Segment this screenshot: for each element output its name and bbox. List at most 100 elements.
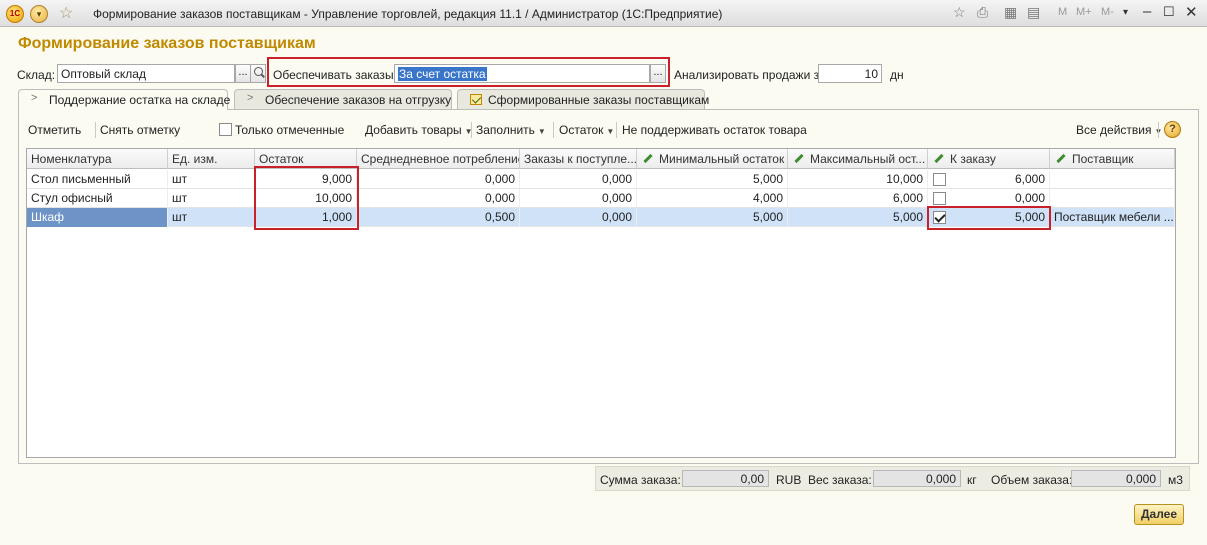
page-title: Формирование заказов поставщикам <box>18 35 316 52</box>
column-header-supplier[interactable]: Поставщик <box>1050 149 1175 169</box>
warehouse-select-button[interactable]: ... <box>235 64 251 83</box>
tab-stock-maintenance[interactable]: > Поддержание остатка на складе <box>18 89 231 110</box>
cell-order-qty[interactable]: 6,000 <box>951 170 1050 189</box>
cell-max[interactable]: 6,000 <box>788 189 928 208</box>
row-order-checkbox[interactable] <box>933 173 946 186</box>
toolbar-divider <box>616 122 617 138</box>
calendar-icon[interactable]: ▤ <box>1027 4 1040 21</box>
calculator-icon[interactable]: ▦ <box>1004 4 1017 21</box>
cell-orders: 0,000 <box>520 170 637 189</box>
table-row[interactable]: Стол письменный шт 9,000 0,000 0,000 5,0… <box>27 170 1175 189</box>
analyze-unit: дн <box>890 68 904 82</box>
column-header-max-stock[interactable]: Максимальный ост... <box>788 149 928 169</box>
memory-m-button[interactable]: M <box>1058 6 1067 18</box>
toolbar-divider <box>553 122 554 138</box>
totals-bar: Сумма заказа: 0,00 RUB Вес заказа: 0,000… <box>595 466 1190 491</box>
cell-orders: 0,000 <box>520 208 637 227</box>
order-qty-highlight-frame <box>927 206 1051 230</box>
edit-pencil-icon <box>643 153 653 163</box>
favorites-star-icon[interactable]: ☆ <box>59 3 73 23</box>
fill-button[interactable]: Заполнить ▼ <box>476 123 546 137</box>
volume-field: 0,000 <box>1071 470 1161 487</box>
form-body: Формирование заказов поставщикам Склад: … <box>9 29 1199 539</box>
cell-unit: шт <box>168 189 255 208</box>
chevron-right-icon: > <box>31 92 38 104</box>
cell-max[interactable]: 10,000 <box>788 170 928 189</box>
history-icon[interactable]: ⎙ <box>977 4 988 21</box>
tab-formed-orders[interactable]: Сформированные заказы поставщикам <box>457 89 709 109</box>
minimize-icon[interactable]: – <box>1143 3 1151 20</box>
analyze-days-field[interactable]: 10 <box>818 64 882 83</box>
no-maintain-button[interactable]: Не поддерживать остаток товара <box>622 123 807 137</box>
fill-label: Заполнить <box>476 123 535 137</box>
window-title: Формирование заказов поставщикам - Управ… <box>93 7 723 21</box>
dropdown-arrow-icon[interactable]: ▾ <box>1123 7 1128 18</box>
volume-unit: м3 <box>1168 473 1183 487</box>
fulfill-select-button[interactable]: ... <box>650 64 666 83</box>
add-goods-button[interactable]: Добавить товары ▼ <box>365 123 473 137</box>
add-goods-label: Добавить товары <box>365 123 462 137</box>
memory-plus-button[interactable]: M+ <box>1076 6 1092 18</box>
weight-label: Вес заказа: <box>808 473 872 487</box>
help-icon[interactable]: ? <box>1164 121 1181 138</box>
cell-name: Стул офисный <box>27 189 168 208</box>
all-actions-label: Все действия <box>1076 123 1152 137</box>
cell-name: Стол письменный <box>27 170 168 189</box>
tab-panel: Отметить Снять отметку Только отмеченные… <box>18 109 1199 464</box>
edit-pencil-icon <box>1056 153 1066 163</box>
cell-supplier[interactable]: Поставщик мебели ... <box>1050 208 1175 227</box>
weight-field: 0,000 <box>873 470 961 487</box>
column-header-avg-consumption[interactable]: Среднедневное потребление <box>357 149 520 169</box>
maximize-icon[interactable]: ☐ <box>1163 4 1175 20</box>
edit-pencil-icon <box>934 153 944 163</box>
column-header-to-order[interactable]: К заказу <box>928 149 1050 169</box>
mark-button[interactable]: Отметить <box>28 123 81 137</box>
volume-label: Объем заказа: <box>991 473 1073 487</box>
cell-min[interactable]: 5,000 <box>637 170 788 189</box>
currency-label: RUB <box>776 473 802 487</box>
column-header-unit[interactable]: Ед. изм. <box>168 149 255 169</box>
nomenclature-table: Номенклатура Ед. изм. Остаток Среднеднев… <box>26 148 1176 458</box>
title-bar: 1С ▾ ☆ Формирование заказов поставщикам … <box>0 0 1207 27</box>
fulfill-field[interactable]: За счет остатка <box>394 64 650 83</box>
chevron-right-icon: > <box>247 92 254 104</box>
cell-min[interactable]: 5,000 <box>637 208 788 227</box>
cell-orders: 0,000 <box>520 189 637 208</box>
cell-max[interactable]: 5,000 <box>788 208 928 227</box>
cell-supplier[interactable] <box>1050 189 1175 208</box>
column-header-nomenclature[interactable]: Номенклатура <box>27 149 168 169</box>
edit-pencil-icon <box>794 153 804 163</box>
tab-label: Поддержание остатка на складе <box>49 93 231 107</box>
weight-unit: кг <box>967 473 977 487</box>
main-menu-icon[interactable]: ▾ <box>30 5 48 23</box>
only-marked-checkbox[interactable] <box>219 123 232 136</box>
cell-supplier[interactable] <box>1050 170 1175 189</box>
app-logo-icon[interactable]: 1С <box>6 5 24 23</box>
remainder-button[interactable]: Остаток ▼ <box>559 123 614 137</box>
row-order-checkbox[interactable] <box>933 192 946 205</box>
column-header-label: Минимальный остаток <box>659 152 785 166</box>
column-header-incoming-orders[interactable]: Заказы к поступле... <box>520 149 637 169</box>
warehouse-field[interactable]: Оптовый склад <box>57 64 235 83</box>
add-favorite-icon[interactable]: ☆ <box>953 4 966 21</box>
cell-unit: шт <box>168 170 255 189</box>
next-button[interactable]: Далее <box>1134 504 1184 525</box>
close-icon[interactable]: ✕ <box>1185 3 1198 21</box>
cell-avg: 0,000 <box>357 170 520 189</box>
stock-highlight-frame <box>254 166 359 230</box>
sum-field: 0,00 <box>682 470 769 487</box>
analyze-label: Анализировать продажи за: <box>674 68 830 82</box>
dropdown-arrow-icon: ▼ <box>537 127 546 136</box>
memory-minus-button[interactable]: M- <box>1101 6 1114 18</box>
fulfill-label: Обеспечивать заказы: <box>273 68 397 82</box>
unmark-button[interactable]: Снять отметку <box>100 123 180 137</box>
column-header-label: Максимальный ост... <box>810 152 926 166</box>
all-actions-button[interactable]: Все действия▼ <box>1076 123 1162 137</box>
column-header-min-stock[interactable]: Минимальный остаток <box>637 149 788 169</box>
sum-label: Сумма заказа: <box>600 473 681 487</box>
warehouse-search-icon[interactable] <box>250 64 266 83</box>
toolbar-divider <box>95 122 96 138</box>
cell-name: Шкаф <box>27 208 168 227</box>
cell-min[interactable]: 4,000 <box>637 189 788 208</box>
tab-order-fulfillment[interactable]: > Обеспечение заказов на отгрузку <box>234 89 452 109</box>
